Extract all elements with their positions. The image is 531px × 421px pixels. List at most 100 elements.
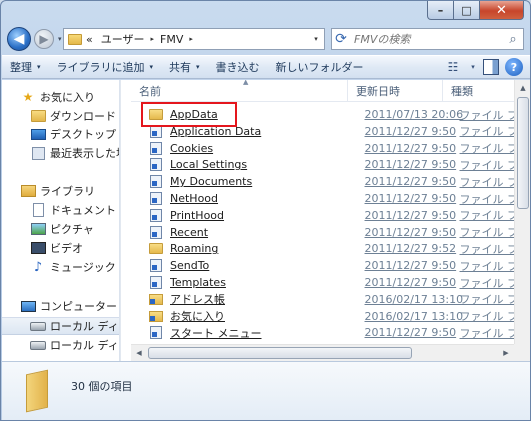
shortcut-icon (148, 225, 164, 239)
sidebar-item-computer[interactable]: コンピューター (2, 297, 119, 315)
file-row[interactable]: スタート メニュー 2011/12/27 9:50ファイル フォルダー (135, 324, 515, 341)
help-icon[interactable]: ? (505, 58, 523, 76)
file-row[interactable]: Recent 2011/12/27 9:50ファイル フォルダー (135, 224, 515, 241)
file-row[interactable]: My Documents 2011/12/27 9:50ファイル フォルダー (135, 173, 515, 190)
vertical-scroll-thumb[interactable] (517, 97, 529, 209)
sidebar-item-pictures[interactable]: ピクチャ (2, 220, 119, 238)
scroll-right-icon[interactable]: ▶ (498, 345, 514, 361)
breadcrumb-separator-icon[interactable]: ▸ (187, 35, 195, 43)
address-bar[interactable]: « ユーザー ▸ FMV ▸ ▾ (63, 28, 325, 50)
recent-pages-dropdown[interactable]: ▾ (58, 35, 62, 43)
shortcut-icon (148, 276, 164, 289)
file-date-modified: 2011/12/27 9:50 (364, 326, 457, 340)
sidebar-item-label: ライブラリ (40, 185, 95, 198)
share-label: 共有 (169, 61, 192, 74)
column-type[interactable]: 種類 (443, 80, 514, 102)
sidebar-item-downloads[interactable]: ダウンロード (2, 107, 119, 125)
file-type: ファイル フォルダー (459, 142, 515, 156)
sidebar-item-local-disk-c[interactable]: ローカル ディスク (2, 317, 119, 335)
column-date-label: 更新日時 (356, 85, 400, 98)
file-type: ファイル フォルダー (459, 158, 515, 172)
sidebar-item-desktop[interactable]: デスクトップ (2, 125, 119, 143)
file-row[interactable]: Cookies 2011/12/27 9:50ファイル フォルダー (135, 140, 515, 157)
scroll-up-icon[interactable]: ▲ (515, 80, 530, 96)
breadcrumb-separator-icon[interactable]: ▸ (149, 35, 157, 43)
refresh-icon[interactable]: ⟳ (330, 28, 352, 50)
sidebar-item-recent-places[interactable]: 最近表示した場所 (2, 144, 119, 162)
recent-places-icon (30, 146, 46, 160)
file-date-modified: 2011/12/27 9:52 (364, 242, 457, 256)
sidebar-item-local-disk-d[interactable]: ローカル ディスク (2, 336, 119, 354)
breadcrumb-fmv[interactable]: FMV (156, 33, 187, 46)
horizontal-scrollbar[interactable]: ◀ ▶ (131, 344, 514, 361)
file-name: SendTo (170, 259, 210, 273)
file-name: NetHood (170, 192, 219, 205)
address-overflow[interactable]: « (82, 33, 97, 46)
item-count: 30 個の項目 (71, 380, 133, 393)
file-row[interactable]: Roaming 2011/12/27 9:52ファイル フォルダー (135, 240, 515, 257)
vertical-scrollbar[interactable]: ▲ ▼ (514, 80, 530, 361)
file-type: ファイル フォルダー (459, 310, 515, 324)
computer-icon (20, 299, 36, 313)
folder-icon (24, 369, 50, 413)
chevron-down-icon[interactable]: ▾ (469, 58, 477, 76)
file-type: ファイル フォルダー (459, 293, 515, 307)
library-icon (20, 184, 36, 198)
burn-button[interactable]: 書き込む (208, 56, 268, 78)
star-icon: ★ (22, 90, 34, 104)
search-icon[interactable]: ⌕ (503, 32, 523, 47)
minimize-button[interactable]: – (427, 1, 454, 20)
back-button[interactable]: ◀ (7, 27, 31, 51)
sidebar-item-videos[interactable]: ビデオ (2, 239, 119, 257)
search-input[interactable] (354, 32, 503, 46)
file-type: ファイル フォルダー (459, 226, 515, 240)
file-row[interactable]: アドレス帳 2016/02/17 13:10ファイル フォルダー (135, 291, 515, 308)
forward-button[interactable]: ▶ (34, 29, 54, 49)
file-row[interactable]: Local Settings 2011/12/27 9:50ファイル フォルダー (135, 156, 515, 173)
file-type: ファイル フォルダー (459, 192, 515, 206)
sidebar-item-music[interactable]: ♪ ミュージック (2, 258, 119, 276)
sidebar-item-favorites[interactable]: ★ お気に入り (2, 88, 119, 106)
document-icon (30, 203, 46, 217)
organize-button[interactable]: 整理 ▾ (2, 56, 49, 78)
file-row[interactable]: PrintHood 2011/12/27 9:50ファイル フォルダー (135, 207, 515, 224)
column-date-modified[interactable]: 更新日時 (348, 80, 443, 102)
new-folder-button[interactable]: 新しいフォルダー (268, 56, 372, 78)
sidebar-item-libraries[interactable]: ライブラリ (2, 182, 119, 200)
file-row[interactable]: NetHood 2011/12/27 9:50ファイル フォルダー (135, 190, 515, 207)
music-note-icon: ♪ (33, 259, 43, 275)
sidebar-item-label: ダウンロード (50, 110, 116, 123)
pane-splitter[interactable] (120, 80, 131, 361)
add-to-library-label: ライブラリに追加 (56, 61, 145, 74)
maximize-button[interactable]: □ (454, 1, 480, 20)
close-button[interactable]: ✕ (480, 1, 524, 20)
horizontal-scroll-thumb[interactable] (148, 347, 412, 359)
sidebar-item-label: ローカル ディスク (50, 320, 119, 333)
desktop-icon (30, 127, 46, 141)
forward-arrow-icon: ▶ (39, 32, 49, 46)
scrollbar-corner (514, 344, 530, 361)
picture-icon (30, 222, 46, 236)
sidebar-item-label: ローカル ディスク (50, 339, 119, 352)
folder-icon (68, 33, 82, 45)
downloads-folder-icon (30, 109, 46, 123)
breadcrumb-users[interactable]: ユーザー (97, 31, 149, 47)
navigation-pane: ★ お気に入り ダウンロード デスクトップ 最近表示した場所 ライブラリ ドキュ… (2, 80, 120, 361)
sidebar-item-label: コンピューター (40, 300, 117, 313)
sort-ascending-icon: ▲ (243, 80, 249, 86)
file-row[interactable]: お気に入り 2016/02/17 13:10ファイル フォルダー (135, 308, 515, 325)
sidebar-item-label: ミュージック (50, 261, 116, 274)
add-to-library-button[interactable]: ライブラリに追加 ▾ (49, 56, 162, 78)
shortcut-icon (148, 141, 164, 155)
sidebar-item-documents[interactable]: ドキュメント (2, 201, 119, 219)
column-name[interactable]: ▲ 名前 (131, 80, 348, 102)
search-box[interactable]: ⟳ ⌕ (331, 28, 524, 50)
share-button[interactable]: 共有 ▾ (161, 56, 208, 78)
drive-icon (30, 319, 46, 333)
scroll-left-icon[interactable]: ◀ (131, 345, 147, 361)
file-row[interactable]: SendTo 2011/12/27 9:50ファイル フォルダー (135, 257, 515, 274)
file-row[interactable]: Templates 2011/12/27 9:50ファイル フォルダー (135, 274, 515, 291)
address-dropdown-icon[interactable]: ▾ (308, 29, 324, 49)
preview-pane-icon[interactable] (483, 59, 499, 75)
change-view-icon[interactable]: ☷ (443, 58, 463, 76)
